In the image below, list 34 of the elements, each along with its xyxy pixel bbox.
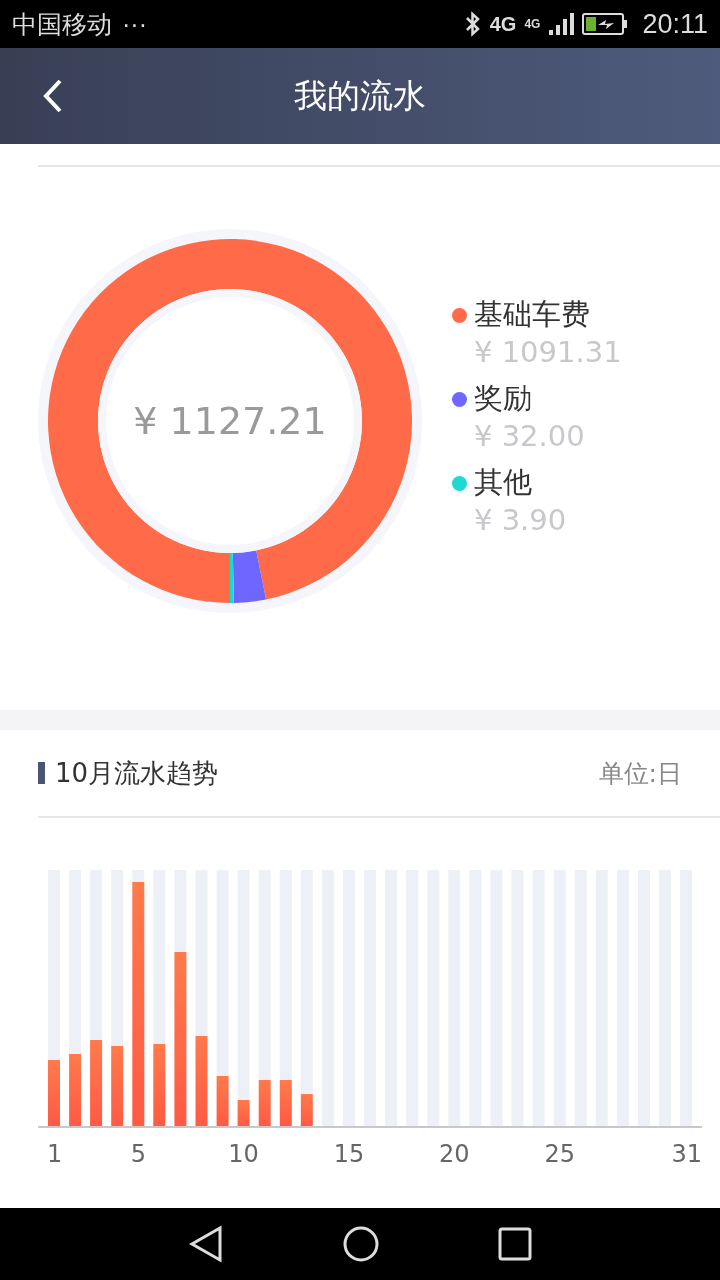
total-amount: ¥ 1127.21 (133, 399, 327, 443)
axis-label: 15 (333, 1140, 365, 1168)
axis-label: 31 (671, 1140, 703, 1168)
clock-time: 20:11 (642, 8, 708, 40)
axis-label: 20 (439, 1140, 470, 1168)
chart-bar (69, 1054, 82, 1126)
page-title: 我的流水 (294, 74, 426, 117)
unit-label: 单位:日 (598, 757, 682, 790)
network-type: 4G (489, 12, 517, 36)
axis-label: 5 (130, 1140, 146, 1168)
chart-bar (258, 1080, 271, 1126)
back-icon[interactable] (188, 1225, 224, 1263)
section-title: 10月流水趋势 (55, 756, 219, 790)
home-icon[interactable] (342, 1225, 380, 1263)
signal-icon (548, 12, 575, 36)
chart-bar (279, 1080, 292, 1126)
section-marker (38, 762, 45, 784)
network-type: 4G (524, 16, 541, 31)
chart-bar (216, 1076, 229, 1126)
chart-bar (48, 1060, 60, 1126)
more-text: ··· (122, 9, 147, 39)
recent-apps-icon[interactable] (498, 1227, 532, 1261)
bar-track (132, 870, 145, 882)
legend-label: 奖励 (474, 380, 532, 417)
battery-icon (582, 12, 629, 36)
chart-bar (237, 1100, 250, 1126)
legend-label: 基础车费 (474, 296, 590, 333)
carrier-name: 中国移动 (12, 8, 112, 40)
axis-label: 25 (544, 1140, 575, 1168)
axis-label: 1 (47, 1140, 63, 1168)
axis-label: 10 (228, 1140, 259, 1168)
bluetooth-icon (463, 11, 482, 37)
legend-label: 其他 (474, 464, 532, 501)
chart-bar (300, 1094, 313, 1126)
